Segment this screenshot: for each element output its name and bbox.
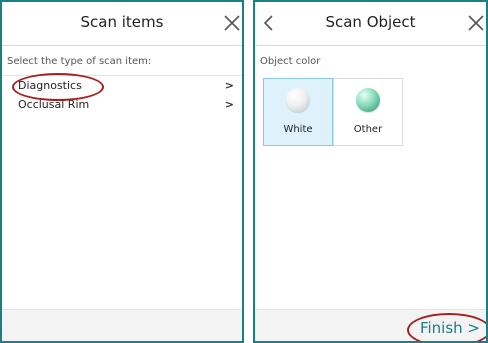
list-item-label: Occlusal Rim bbox=[18, 98, 90, 111]
scan-items-footer bbox=[2, 309, 242, 341]
scan-items-header: Scan items bbox=[2, 2, 242, 46]
list-item-occlusal-rim[interactable]: Occlusal Rim > bbox=[2, 95, 242, 114]
scan-item-list: Diagnostics > Occlusal Rim > bbox=[2, 75, 242, 114]
scan-items-panel: Scan items Select the type of scan item:… bbox=[0, 0, 244, 343]
color-option-label: White bbox=[283, 124, 313, 135]
chevron-right-icon: > bbox=[224, 79, 234, 92]
list-item-label: Diagnostics bbox=[18, 79, 82, 92]
other-sphere-icon bbox=[356, 88, 380, 112]
color-option-label: Other bbox=[353, 124, 383, 135]
object-color-options: White Other bbox=[263, 78, 403, 146]
chevron-right-icon: > bbox=[467, 319, 480, 337]
scan-items-title: Scan items bbox=[80, 13, 164, 31]
close-icon[interactable] bbox=[222, 13, 242, 33]
color-option-white[interactable]: White bbox=[263, 78, 333, 146]
list-item-diagnostics[interactable]: Diagnostics > bbox=[2, 76, 242, 95]
scan-object-title: Scan Object bbox=[325, 13, 416, 31]
color-option-other[interactable]: Other bbox=[333, 78, 403, 146]
scan-object-header: Scan Object bbox=[255, 2, 486, 46]
finish-button[interactable]: Finish > bbox=[420, 319, 480, 337]
scan-item-type-label: Select the type of scan item: bbox=[7, 56, 152, 67]
close-icon[interactable] bbox=[466, 13, 486, 33]
finish-label: Finish bbox=[419, 319, 463, 337]
white-sphere-icon bbox=[286, 88, 310, 112]
chevron-right-icon: > bbox=[224, 98, 234, 111]
scan-object-panel: Scan Object Object color White Other Fin… bbox=[253, 0, 488, 343]
object-color-label: Object color bbox=[260, 56, 321, 67]
